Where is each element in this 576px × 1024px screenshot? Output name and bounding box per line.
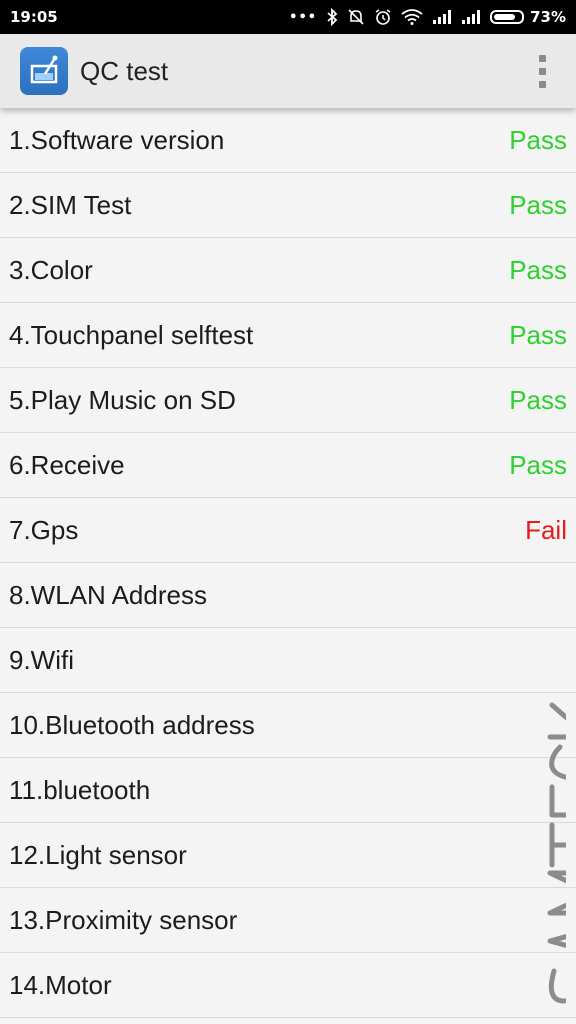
test-status: Pass	[509, 384, 567, 415]
test-label: 11.bluetooth	[9, 774, 151, 805]
list-item[interactable]: 1.Software version Pass	[0, 108, 576, 173]
list-item[interactable]: 4.Touchpanel selftest Pass	[0, 303, 576, 368]
test-label: 14.Motor	[9, 969, 112, 1000]
alarm-icon	[374, 8, 392, 26]
test-status: Pass	[509, 124, 567, 155]
test-label: 8.WLAN Address	[9, 579, 207, 610]
test-label: 7.Gps	[9, 514, 79, 545]
signal-icon	[461, 9, 481, 25]
test-status: Pass	[509, 254, 567, 285]
status-icons: ••• 73%	[289, 8, 566, 26]
test-label: 2.SIM Test	[9, 189, 132, 220]
list-item[interactable]: 7.Gps Fail	[0, 498, 576, 563]
notification-dots: •••	[289, 9, 318, 25]
list-item[interactable]: 2.SIM Test Pass	[0, 173, 576, 238]
list-item[interactable]: 12.Light sensor	[0, 823, 576, 888]
status-bar: 19:05 ••• 73%	[0, 0, 576, 34]
test-list: 1.Software version Pass 2.SIM Test Pass …	[0, 108, 576, 1018]
test-label: 12.Light sensor	[9, 839, 187, 870]
test-label: 3.Color	[9, 254, 93, 285]
overflow-menu-icon[interactable]	[529, 49, 556, 94]
test-label: 10.Bluetooth address	[9, 709, 255, 740]
list-item[interactable]: 3.Color Pass	[0, 238, 576, 303]
app-title: QC test	[80, 55, 169, 86]
test-label: 13.Proximity sensor	[9, 904, 238, 935]
test-label: 4.Touchpanel selftest	[9, 319, 254, 350]
status-time: 19:05	[10, 8, 58, 26]
app-bar: QC test	[0, 34, 576, 108]
test-status: Pass	[509, 319, 567, 350]
battery-percent: 73%	[530, 8, 566, 26]
list-item[interactable]: 6.Receive Pass	[0, 433, 576, 498]
test-label: 1.Software version	[9, 124, 225, 155]
list-item[interactable]: 10.Bluetooth address	[0, 693, 576, 758]
test-status: Pass	[509, 449, 567, 480]
list-item[interactable]: 13.Proximity sensor	[0, 888, 576, 953]
list-item[interactable]: 9.Wifi	[0, 628, 576, 693]
list-item[interactable]: 5.Play Music on SD Pass	[0, 368, 576, 433]
list-item[interactable]: 8.WLAN Address	[0, 563, 576, 628]
wifi-icon	[401, 9, 423, 25]
battery-icon: 73%	[490, 8, 566, 26]
test-label: 5.Play Music on SD	[9, 384, 236, 415]
bluetooth-icon	[326, 8, 338, 26]
list-item[interactable]: 11.bluetooth	[0, 758, 576, 823]
test-label: 9.Wifi	[9, 644, 74, 675]
mute-icon	[347, 8, 365, 26]
qc-test-app-icon	[20, 47, 68, 95]
test-label: 6.Receive	[9, 449, 125, 480]
signal-icon	[432, 9, 452, 25]
list-item[interactable]: 14.Motor	[0, 953, 576, 1018]
test-status: Pass	[509, 189, 567, 220]
test-status: Fail	[525, 514, 567, 545]
